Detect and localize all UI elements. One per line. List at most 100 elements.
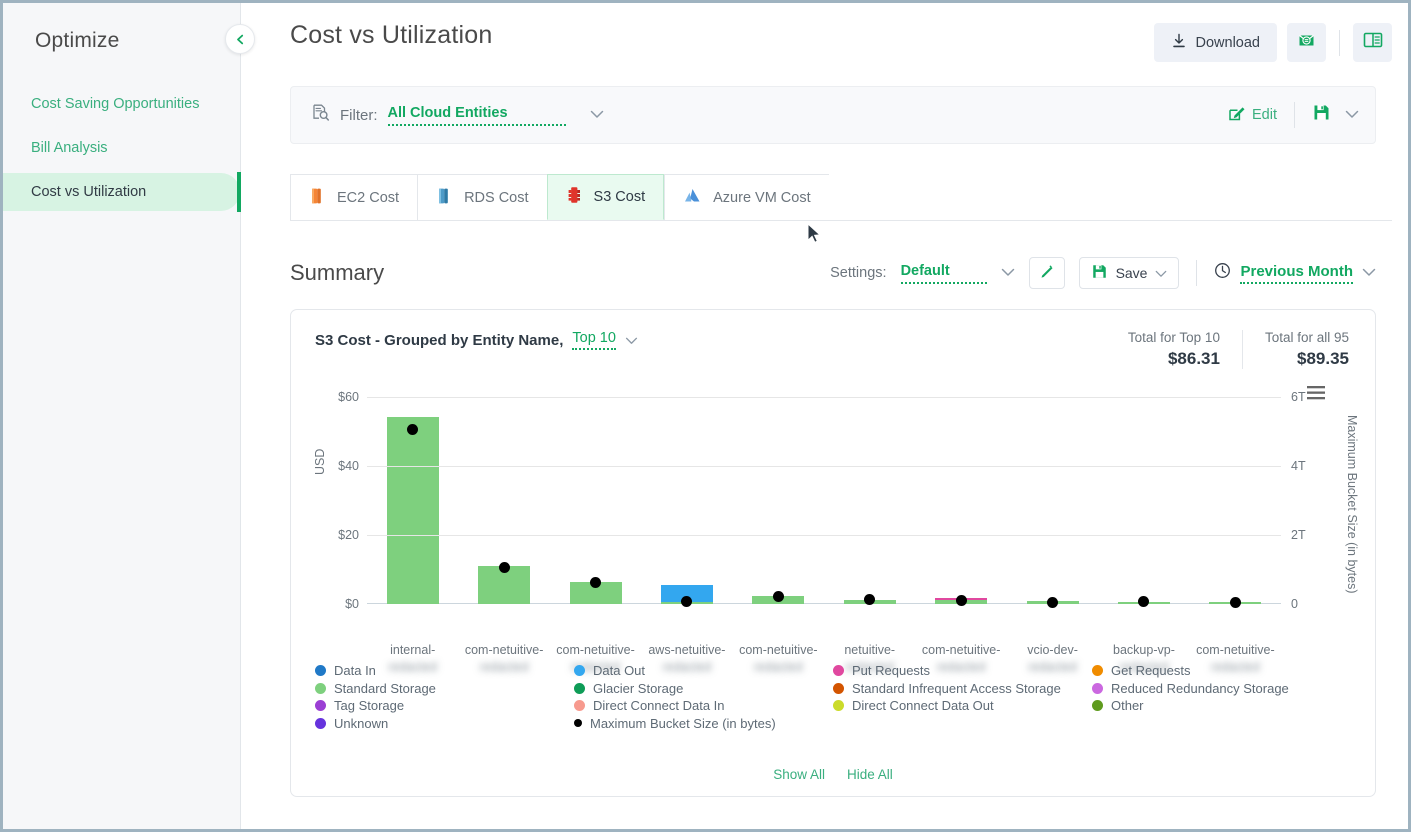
azure-vm-icon	[683, 187, 702, 208]
download-button[interactable]: Download	[1153, 23, 1277, 62]
filter-save-caret-icon[interactable]	[1345, 106, 1359, 124]
max-bucket-size-marker[interactable]	[681, 596, 693, 608]
y-axis-tick-right: 2T	[1291, 527, 1306, 542]
clock-icon	[1214, 262, 1231, 284]
email-report-icon	[1297, 31, 1316, 55]
email-report-button[interactable]	[1287, 23, 1326, 62]
chart-card-header: S3 Cost - Grouped by Entity Name, Top 10…	[315, 330, 1351, 369]
filter-value-dropdown[interactable]: All Cloud Entities	[387, 105, 566, 126]
summary-header: Summary Settings: Default Save Previous …	[290, 257, 1376, 289]
sidebar-item-cost-saving-opportunities[interactable]: Cost Saving Opportunities	[3, 85, 240, 123]
max-bucket-size-marker[interactable]	[1138, 596, 1150, 608]
bar-slot[interactable]	[1007, 397, 1098, 608]
main-content: Cost vs Utilization Download Filter: All…	[241, 3, 1408, 829]
chart-totals: Total for Top 10 $86.31 Total for all 95…	[1106, 330, 1351, 369]
legend-column: Get Requests Reduced Redundancy Storage Ot…	[1092, 662, 1351, 732]
legend-swatch	[1092, 665, 1103, 676]
filter-bar: Filter: All Cloud Entities Edit	[290, 86, 1376, 144]
tab-s3-cost[interactable]: S3 Cost	[546, 174, 665, 220]
legend-swatch	[833, 682, 844, 694]
sidebar-item-bill-analysis[interactable]: Bill Analysis	[3, 129, 240, 167]
legend-item[interactable]: Standard Infrequent Access Storage	[833, 680, 1092, 697]
max-bucket-size-marker[interactable]	[772, 590, 784, 602]
legend-item[interactable]: Direct Connect Data In	[574, 697, 833, 714]
bar-slot[interactable]	[915, 397, 1006, 607]
sidebar-item-cost-vs-utilization[interactable]: Cost vs Utilization	[3, 172, 241, 212]
time-chevron-down-icon[interactable]	[1362, 264, 1376, 282]
legend-item[interactable]: Data Out	[574, 662, 833, 679]
y-axis-tick-left: $40	[338, 458, 359, 473]
download-button-label: Download	[1195, 34, 1261, 51]
sidebar: Optimize Cost Saving Opportunities Bill …	[3, 3, 255, 829]
summary-save-button[interactable]: Save	[1078, 257, 1180, 289]
bar-slot[interactable]	[1098, 397, 1189, 608]
legend-item[interactable]: Unknown	[315, 715, 574, 732]
download-icon	[1171, 33, 1187, 53]
total-top-10: Total for Top 10 $86.31	[1106, 330, 1242, 369]
tab-label: Azure VM Cost	[713, 189, 811, 206]
y-axis-tick-right: 6T	[1291, 390, 1306, 404]
bar-slot[interactable]	[550, 397, 641, 604]
chart-bars	[367, 397, 1281, 609]
bar-slot[interactable]	[733, 397, 824, 604]
chart-plot-area: USD Maximum Bucket Size (in bytes) $0 $20…	[313, 387, 1359, 674]
settings-edit-button[interactable]	[1028, 257, 1065, 289]
legend-label: Direct Connect Data Out	[852, 698, 994, 713]
legend-label: Get Requests	[1111, 663, 1191, 678]
hide-all-button[interactable]: Hide All	[847, 767, 893, 782]
max-bucket-size-marker[interactable]	[1229, 597, 1241, 609]
y-axis-tick-right: 0	[1291, 597, 1298, 611]
gridline	[367, 534, 1281, 536]
book-view-button[interactable]	[1353, 23, 1392, 62]
legend-label: Glacier Storage	[593, 680, 684, 696]
time-range-value[interactable]: Previous Month	[1240, 263, 1353, 284]
filter-save-button[interactable]	[1312, 103, 1331, 127]
bar-slot[interactable]	[824, 397, 915, 605]
bar-slot[interactable]	[458, 397, 549, 604]
summary-title: Summary	[290, 260, 385, 285]
settings-value-dropdown[interactable]: Default	[900, 263, 987, 284]
bar-stack[interactable]	[386, 417, 439, 604]
bar-slot[interactable]	[1190, 397, 1281, 609]
settings-chevron-down-icon[interactable]	[1001, 264, 1015, 282]
legend-label: Tag Storage	[334, 698, 405, 713]
bar-slot[interactable]	[367, 397, 458, 604]
legend-item[interactable]: Data In	[315, 662, 574, 679]
cloud-service-tabs: EC2 Cost RDS Cost S3 Cost Azure VM Cost	[290, 174, 1392, 221]
legend-swatch	[1092, 682, 1103, 694]
header-actions: Download	[1153, 21, 1392, 62]
legend-item[interactable]: Glacier Storage	[574, 680, 833, 697]
legend-label: Maximum Bucket Size (in bytes)	[590, 715, 776, 731]
tab-azure-vm-cost[interactable]: Azure VM Cost	[664, 174, 829, 220]
max-bucket-size-marker[interactable]	[498, 562, 510, 574]
header-divider	[1339, 29, 1340, 56]
tab-rds-cost[interactable]: RDS Cost	[417, 174, 547, 220]
sidebar-collapse-button[interactable]	[225, 24, 255, 54]
time-range-selector[interactable]: Previous Month	[1214, 262, 1376, 284]
legend-item[interactable]: Reduced Redundancy Storage	[1092, 680, 1351, 697]
top-n-chevron-down-icon[interactable]	[625, 332, 638, 349]
filter-edit-button[interactable]: Edit	[1228, 105, 1277, 126]
sidebar-nav: Cost Saving Opportunities Bill Analysis …	[3, 85, 241, 212]
bar-segment[interactable]	[386, 417, 439, 604]
legend-item[interactable]: Put Requests	[833, 662, 1092, 679]
tab-ec2-cost[interactable]: EC2 Cost	[290, 174, 418, 220]
max-bucket-size-marker[interactable]	[1047, 596, 1059, 608]
top-n-dropdown[interactable]: Top 10	[572, 330, 616, 350]
legend-item[interactable]: Tag Storage	[315, 697, 574, 714]
legend-swatch	[833, 665, 844, 676]
summary-save-caret-icon[interactable]	[1155, 265, 1167, 281]
legend-swatch	[315, 682, 326, 694]
max-bucket-size-marker[interactable]	[955, 595, 967, 607]
show-all-button[interactable]: Show All	[773, 767, 825, 782]
legend-swatch	[574, 682, 585, 694]
legend-item[interactable]: Direct Connect Data Out	[833, 697, 1092, 714]
bar-slot[interactable]	[641, 397, 732, 608]
legend-item[interactable]: Other	[1092, 697, 1351, 714]
legend-column: Put Requests Standard Infrequent Access S…	[833, 662, 1092, 732]
legend-item[interactable]: Standard Storage	[315, 680, 574, 697]
legend-item[interactable]: Maximum Bucket Size (in bytes)	[574, 715, 833, 732]
legend-item[interactable]: Get Requests	[1092, 662, 1351, 679]
total-label: Total for Top 10	[1127, 330, 1220, 345]
chevron-down-icon[interactable]	[590, 106, 604, 124]
